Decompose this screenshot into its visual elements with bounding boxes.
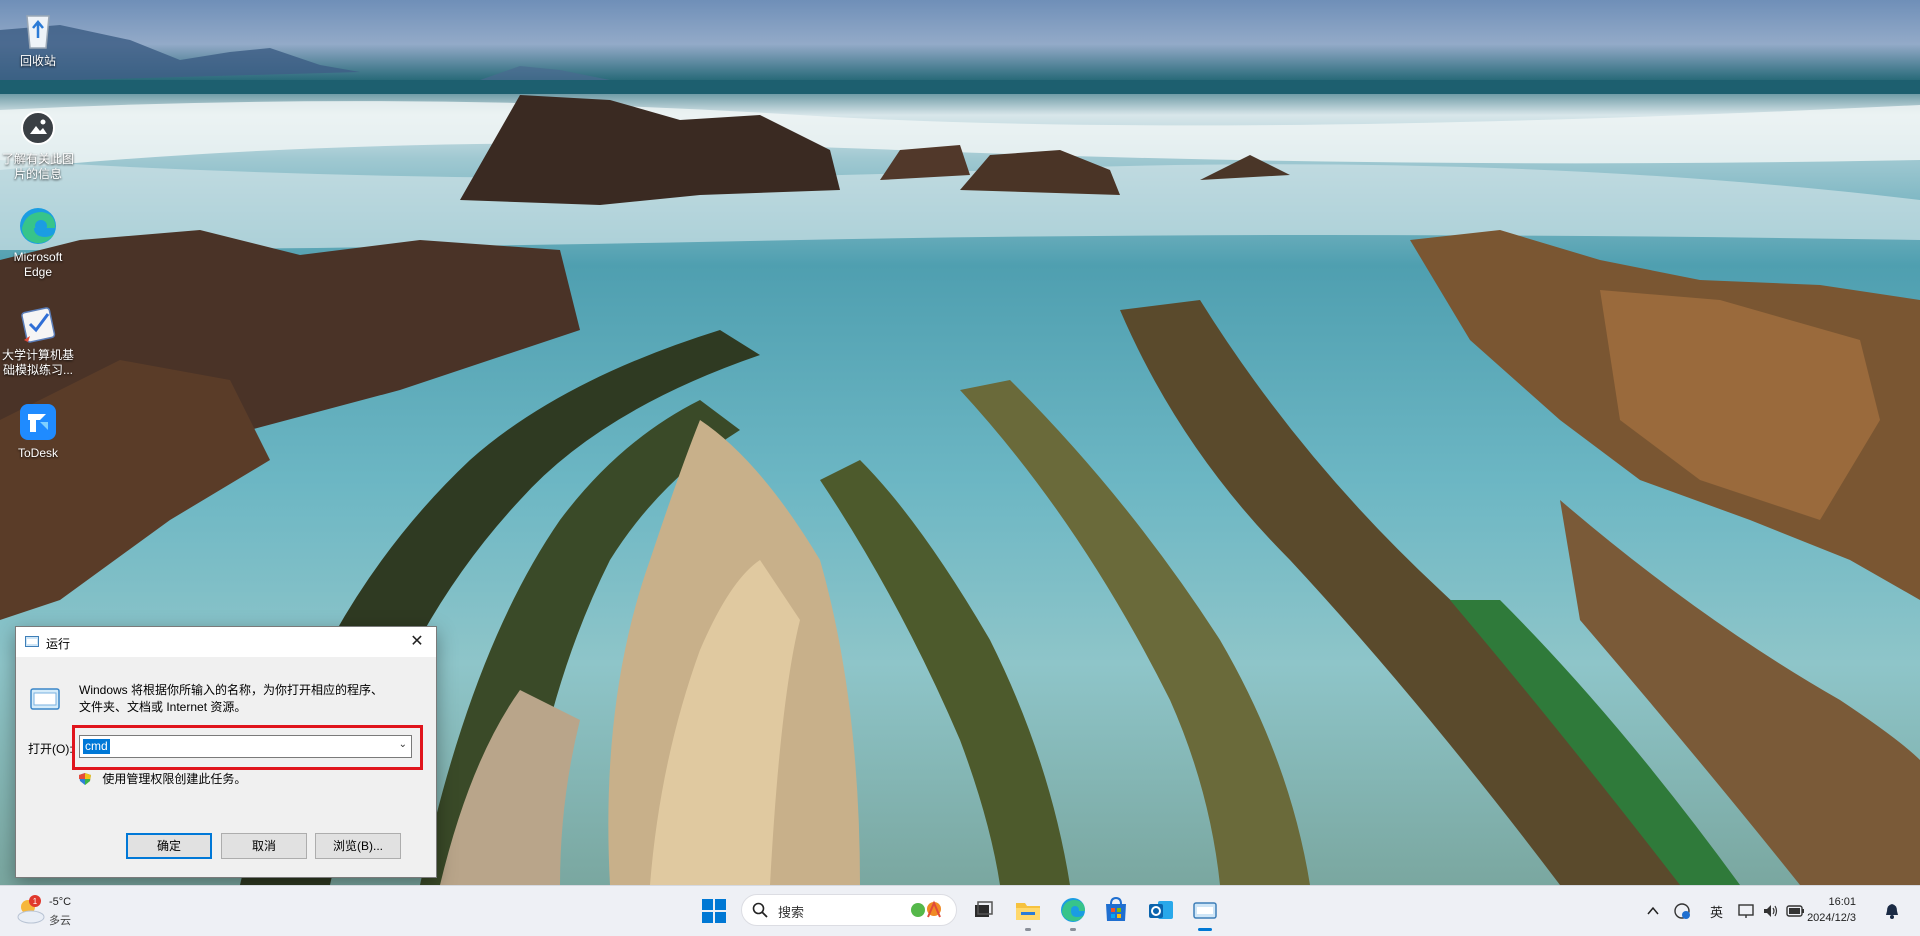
run-dialog: 运行 ✕ Windows 将根据你所输入的名称，为你打开相应的程序、 文件夹、文… [15, 626, 437, 878]
cloudy-icon: 1 [17, 895, 45, 924]
description-line-1: Windows 将根据你所输入的名称，为你打开相应的程序、 [79, 683, 384, 697]
weather-temp: -5°C [49, 896, 72, 908]
admin-note: 使用管理权限创建此任务。 [79, 770, 246, 787]
start-button[interactable] [702, 899, 726, 923]
open-label: 打开(O): [28, 742, 73, 756]
desktop-icon-label: 回收站 [19, 54, 56, 68]
task-view-icon [975, 901, 993, 917]
volume-icon[interactable] [1762, 903, 1780, 919]
taskbar: 1 -5°C 多云 搜索 英 16:01 2024/12/3 [0, 885, 1920, 936]
taskbar-store[interactable] [1101, 895, 1131, 925]
desktop-icon-todesk[interactable]: ToDesk [0, 400, 76, 461]
edge-icon [16, 204, 60, 248]
desktop-icon-recycle-bin[interactable]: 回收站 [0, 8, 76, 69]
shield-icon [79, 773, 91, 785]
todesk-icon [16, 400, 60, 444]
browse-button[interactable]: 浏览(B)... [315, 833, 401, 859]
desktop-icon-edge[interactable]: Microsoft Edge [0, 204, 76, 280]
battery-icon[interactable] [1786, 904, 1806, 918]
desktop-icon-image-info[interactable]: 了解有关此图片的信息 [0, 106, 76, 182]
desktop-icon-exam-app[interactable]: 大学计算机基础模拟练习... [0, 302, 76, 378]
camera-info-icon [16, 106, 60, 150]
desktop-icon-label: 大学计算机基础模拟练习... [2, 348, 75, 377]
exam-app-icon [16, 302, 60, 346]
run-dialog-titlebar[interactable]: 运行 ✕ [16, 627, 436, 657]
system-clock[interactable]: 16:01 2024/12/3 [1807, 894, 1856, 926]
chevron-up-icon[interactable] [1646, 904, 1660, 918]
store-icon [1106, 896, 1126, 921]
notification-bell-icon[interactable] [1884, 903, 1900, 919]
run-icon [25, 636, 39, 647]
clock-date: 2024/12/3 [1807, 912, 1856, 924]
desktop-icon-label: ToDesk [17, 446, 58, 460]
taskbar-run[interactable] [1190, 895, 1220, 931]
windows-logo-icon [702, 899, 726, 923]
ime-toolbar-icon[interactable] [1738, 903, 1756, 919]
taskbar-edge[interactable] [1058, 895, 1088, 931]
highlight-annotation [72, 725, 423, 770]
network-app-icon[interactable] [1673, 902, 1691, 920]
system-tray: 英 16:01 2024/12/3 [1646, 886, 1906, 936]
search-placeholder: 搜索 [778, 905, 805, 920]
ok-button[interactable]: 确定 [126, 833, 212, 859]
taskbar-file-explorer[interactable] [1013, 895, 1043, 931]
recycle-bin-icon [16, 8, 60, 52]
weather-badge: 1 [33, 897, 38, 906]
outlook-icon [1149, 901, 1173, 919]
description-line-2: 文件夹、文档或 Internet 资源。 [79, 700, 247, 714]
run-description: Windows 将根据你所输入的名称，为你打开相应的程序、 文件夹、文档或 In… [79, 682, 383, 716]
taskbar-search-box[interactable]: 搜索 [741, 894, 957, 926]
run-dialog-title: 运行 [46, 637, 71, 651]
file-explorer-icon [1016, 903, 1040, 920]
weather-condition: 多云 [49, 915, 71, 927]
admin-note-text: 使用管理权限创建此任务。 [102, 772, 247, 786]
search-icon [752, 902, 768, 918]
running-indicator [1025, 928, 1031, 931]
desktop-icon-label: 了解有关此图片的信息 [2, 152, 75, 181]
close-button[interactable]: ✕ [398, 627, 436, 657]
running-indicator [1070, 928, 1076, 931]
active-indicator [1198, 928, 1212, 931]
run-app-icon [29, 683, 61, 715]
ime-indicator[interactable]: 英 [1710, 902, 1723, 921]
run-icon [1193, 902, 1217, 919]
desktop-icon-label: Microsoft Edge [13, 250, 63, 279]
clock-time: 16:01 [1828, 896, 1856, 908]
weather-widget[interactable]: 1 -5°C 多云 [14, 893, 84, 929]
search-highlight-icon [911, 900, 941, 918]
taskbar-outlook[interactable] [1146, 895, 1176, 925]
cancel-button[interactable]: 取消 [221, 833, 307, 859]
edge-icon [1061, 898, 1085, 922]
task-view-button[interactable] [968, 895, 998, 925]
